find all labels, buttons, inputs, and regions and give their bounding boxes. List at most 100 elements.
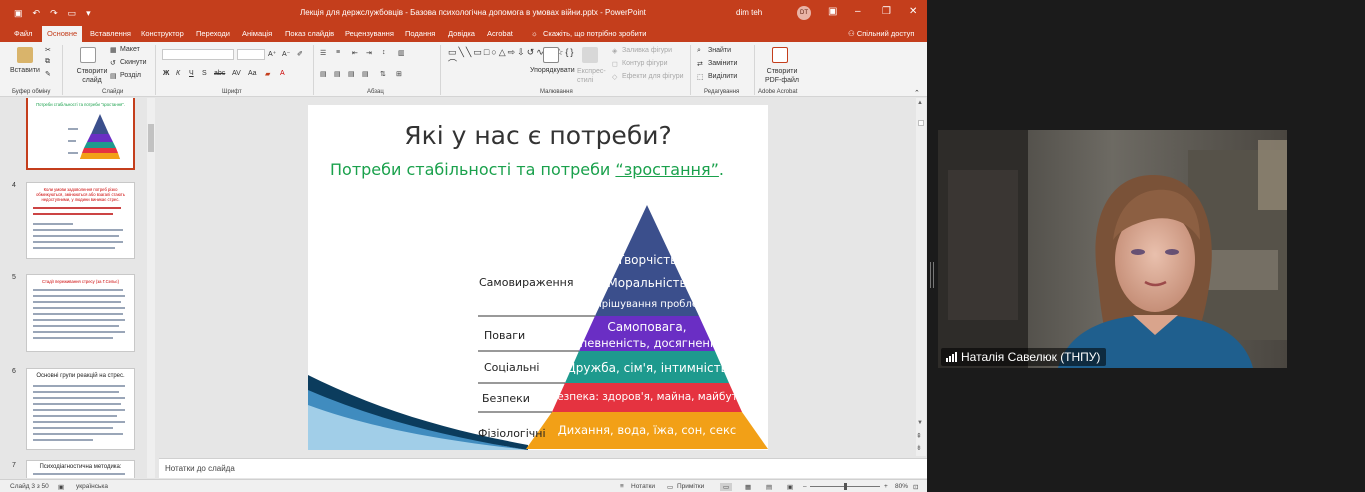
slide-thumbnail-6[interactable]: Основні групи реакцій на стрес. [26,368,135,450]
font-name-field[interactable] [162,49,234,60]
scrollbar-thumb[interactable] [918,120,924,126]
shape-fill-button[interactable]: Заливка фігури [622,47,672,54]
zoom-slider[interactable] [810,483,880,490]
notes-toggle[interactable]: Нотатки [631,483,655,490]
tab-home[interactable]: Основне [42,26,83,42]
collapse-ribbon-icon[interactable]: ⌃ [914,89,920,97]
align-left-icon[interactable]: ▤ [320,70,327,78]
section-button[interactable]: Розділ [120,72,141,79]
paste-button[interactable]: Вставити [10,67,40,74]
undo-icon[interactable]: ↶ [33,8,41,19]
maximize-icon[interactable]: ❐ [882,6,891,17]
reset-button[interactable]: Скинути [120,59,147,66]
scroll-up-icon[interactable]: ▲ [917,100,923,106]
line-spacing-icon[interactable]: ↕ [382,49,386,56]
paste-icon[interactable] [17,47,33,63]
arrange-button[interactable]: Упорядкувати [530,67,575,74]
shape-outline-button[interactable]: Контур фігури [622,60,667,67]
grow-font-icon[interactable]: A⁺ [268,50,276,58]
comments-toggle[interactable]: Примітки [677,483,704,490]
slideshow-icon[interactable]: ▣ [787,483,793,491]
user-avatar[interactable]: DT [797,6,811,20]
cut-icon[interactable]: ✂ [45,46,51,54]
spellcheck-icon[interactable]: ▣ [58,483,64,491]
share-button[interactable]: ⚇ Спільний доступ [848,29,914,38]
smartart-icon[interactable]: ⊞ [396,70,402,78]
shapes-gallery[interactable]: ▭╲╲▭□○△⇨⇩↺∿⇦☆{}⌒ [448,46,573,70]
split-view-handle[interactable] [930,262,934,288]
select-button[interactable]: Виділити [708,73,737,80]
numbering-icon[interactable]: ≡ [336,49,340,56]
format-painter-icon[interactable]: ✎ [45,70,51,78]
start-slideshow-icon[interactable]: ▭ [68,8,77,19]
fit-to-window-icon[interactable]: ⊡ [913,483,918,491]
current-slide[interactable]: Які у нас є потреби? Потреби стабільност… [308,105,768,450]
language-indicator[interactable]: українська [76,483,108,490]
text-direction-icon[interactable]: ⇅ [380,70,386,78]
normal-view-icon[interactable]: ▭ [720,483,733,491]
thumbnails-scrollbar[interactable] [147,98,155,478]
align-center-icon[interactable]: ▤ [334,70,341,78]
underline-icon[interactable]: Ч [189,70,194,77]
tab-review[interactable]: Рецензування [345,29,394,38]
slide-thumbnail-5[interactable]: Стадії переживання стресу (за Г.Сельє) [26,274,135,352]
font-size-field[interactable] [237,49,265,60]
user-name[interactable]: dim teh [736,8,762,17]
ribbon-display-icon[interactable]: ▣ [828,6,837,17]
char-spacing-icon[interactable]: AV [232,70,241,77]
increase-indent-icon[interactable]: ⇥ [366,49,372,57]
quick-styles-icon[interactable] [582,47,598,63]
zoom-slider-thumb[interactable] [844,483,847,490]
customize-qat-icon[interactable]: ▾ [86,8,91,19]
justify-icon[interactable]: ▤ [362,70,369,78]
next-slide-icon[interactable]: ⇟ [916,444,922,452]
arrange-icon[interactable] [543,47,559,63]
align-right-icon[interactable]: ▤ [348,70,355,78]
slide-thumbnail-3[interactable]: Потреби стабільності та потреби "зростан… [26,98,135,170]
previous-slide-icon[interactable]: ⇞ [916,432,922,440]
highlight-icon[interactable]: ▰ [265,70,270,78]
close-icon[interactable]: ✕ [909,6,917,17]
tab-insert[interactable]: Вставлення [90,29,131,38]
slide-scrollbar[interactable]: ▲ ▼ ⇞ ⇟ [916,98,926,456]
zoom-in-icon[interactable]: + [884,483,888,490]
find-button[interactable]: Знайти [708,47,731,54]
create-pdf-button[interactable]: Створити PDF-файл [762,67,802,85]
shape-effects-button[interactable]: Ефекти для фігури [622,73,684,80]
tab-view[interactable]: Подання [405,29,435,38]
reading-view-icon[interactable]: ▤ [766,483,772,491]
italic-icon[interactable]: К [176,70,180,77]
tab-help[interactable]: Довідка [448,29,475,38]
zoom-level[interactable]: 80% [895,483,908,490]
copy-icon[interactable]: ⧉ [45,58,50,66]
tab-animations[interactable]: Анімація [242,29,272,38]
replace-button[interactable]: Замінити [708,60,737,67]
new-slide-icon[interactable] [80,47,96,63]
strikethrough-icon[interactable]: abc [214,70,225,77]
tab-transitions[interactable]: Переходи [196,29,230,38]
redo-icon[interactable]: ↷ [50,8,58,19]
new-slide-button[interactable]: Створити слайд [74,67,110,85]
tab-slideshow[interactable]: Показ слайдів [285,29,334,38]
save-icon[interactable]: ▣ [14,8,23,19]
shadow-icon[interactable]: S [202,70,207,77]
slide-thumbnail-7[interactable]: Психодіагностична методика: [26,460,135,478]
tell-me-search[interactable]: Скажіть, що потрібно зробити [543,29,647,38]
bold-icon[interactable]: Ж [163,70,169,77]
columns-icon[interactable]: ▥ [398,49,405,57]
tab-design[interactable]: Конструктор [141,29,184,38]
quick-styles-button[interactable]: Експрес-стилі [577,67,607,85]
create-pdf-icon[interactable] [772,47,788,63]
shrink-font-icon[interactable]: A⁻ [282,50,290,58]
tab-file[interactable]: Файл [14,29,32,38]
decrease-indent-icon[interactable]: ⇤ [352,49,358,57]
tab-acrobat[interactable]: Acrobat [487,29,513,38]
layout-button[interactable]: Макет [120,46,140,53]
font-color-icon[interactable]: A [280,70,285,77]
clear-format-icon[interactable]: ✐ [297,50,303,58]
minimize-icon[interactable]: – [855,6,861,17]
notes-pane[interactable]: Нотатки до слайда [159,458,927,478]
change-case-icon[interactable]: Aa [248,70,257,77]
zoom-out-icon[interactable]: – [803,483,807,490]
slide-sorter-icon[interactable]: ▦ [745,483,751,491]
